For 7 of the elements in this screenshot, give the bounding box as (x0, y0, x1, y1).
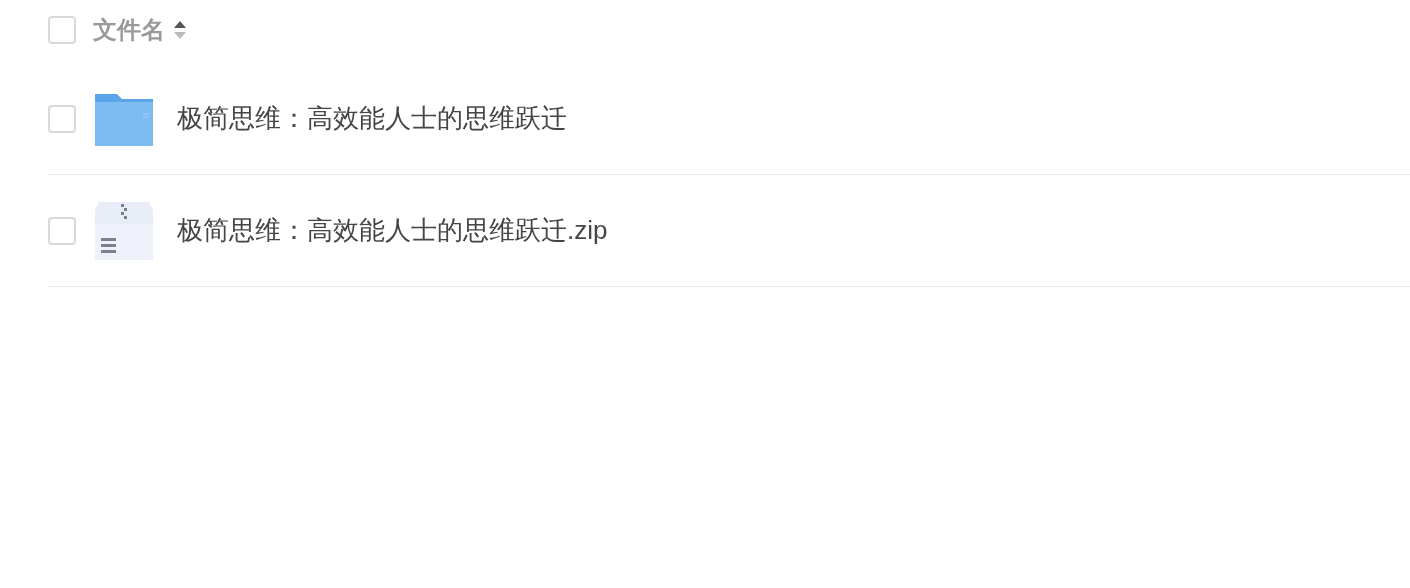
archive-icon (95, 201, 153, 260)
checkbox[interactable] (48, 104, 76, 133)
checkbox[interactable] (48, 15, 76, 44)
checkbox[interactable] (48, 216, 76, 245)
folder-icon (95, 91, 153, 146)
file-name[interactable]: 极简思维：高效能人士的思维跃迁.zip (177, 213, 608, 248)
file-name[interactable]: 极简思维：高效能人士的思维跃迁 (177, 101, 567, 136)
